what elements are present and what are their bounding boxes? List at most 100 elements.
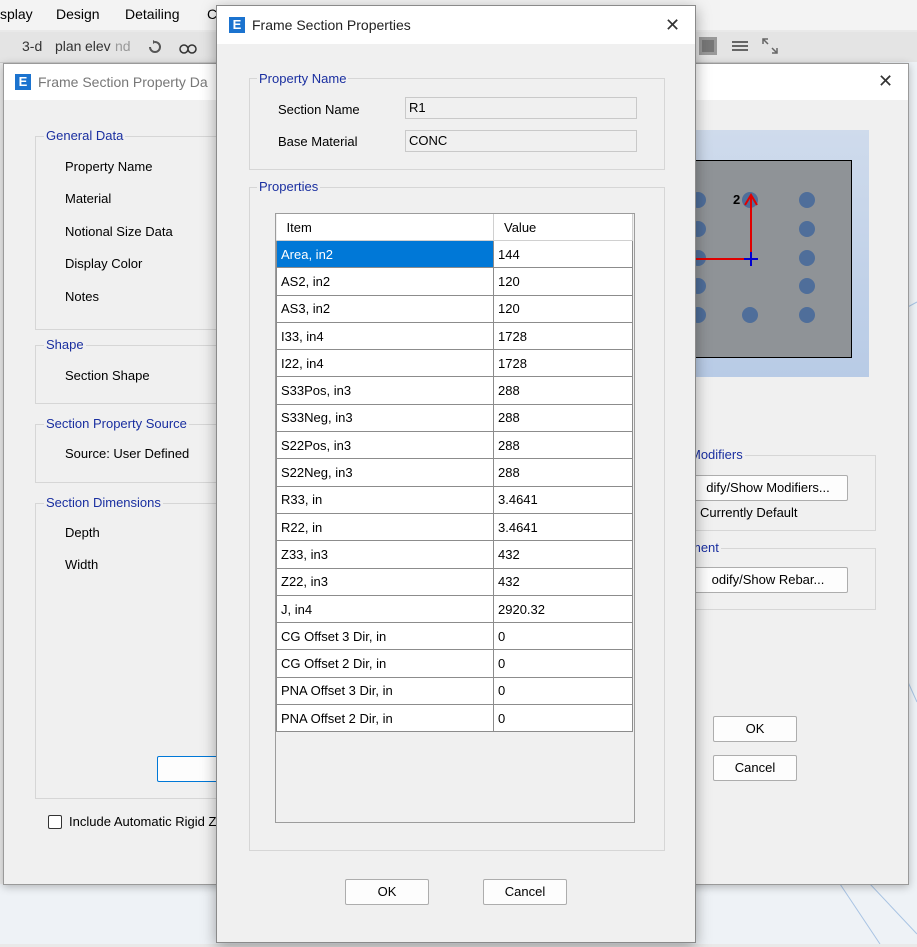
base-material-label: Base Material — [278, 134, 358, 149]
table-row[interactable]: R22, in 3.4641 — [276, 512, 633, 542]
depth-label: Depth — [65, 525, 100, 540]
table-row[interactable]: AS2, in2 120 — [276, 267, 633, 296]
row-item[interactable]: R22, in — [276, 512, 494, 542]
general-data-label: General Data — [44, 128, 126, 143]
notional-size-label: Notional Size Data — [65, 224, 173, 239]
row-item[interactable]: S22Neg, in3 — [276, 458, 494, 487]
row-item[interactable]: I33, in4 — [276, 321, 494, 351]
layers-icon[interactable] — [730, 36, 750, 56]
row-item[interactable]: AS2, in2 — [276, 267, 494, 296]
row-item[interactable]: CG Offset 2 Dir, in — [276, 649, 494, 678]
table-row[interactable]: S33Pos, in3 288 — [276, 376, 633, 405]
include-rigid-zone-checkbox[interactable] — [48, 815, 62, 829]
expand-arrows-icon[interactable] — [760, 36, 780, 56]
table-row[interactable]: I33, in4 1728 — [276, 321, 633, 351]
menu-design[interactable]: Design — [56, 6, 100, 22]
row-value[interactable]: 0 — [493, 622, 633, 651]
section-name-field[interactable]: R1 — [405, 97, 637, 119]
width-label: Width — [65, 557, 99, 572]
show-color-button[interactable] — [157, 756, 219, 782]
table-row[interactable]: Area, in2 144 — [276, 239, 633, 269]
table-row[interactable]: Z33, in3 432 — [276, 540, 633, 569]
section-name-label: Section Name — [278, 102, 360, 117]
table-row[interactable]: CG Offset 3 Dir, in 0 — [276, 622, 633, 651]
view-plan-button[interactable]: plan — [55, 38, 81, 54]
row-value[interactable]: 432 — [493, 540, 633, 569]
table-row[interactable]: Z22, in3 432 — [276, 567, 633, 596]
row-item[interactable]: Z33, in3 — [276, 540, 494, 569]
row-value[interactable]: 0 — [493, 704, 633, 733]
row-value[interactable]: 288 — [493, 403, 633, 433]
grid-pattern-icon[interactable] — [698, 36, 718, 56]
rotate-icon[interactable] — [145, 37, 165, 57]
table-row[interactable]: S22Neg, in3 288 — [276, 458, 633, 487]
table-row[interactable]: S33Neg, in3 288 — [276, 403, 633, 433]
table-row[interactable]: AS3, in2 120 — [276, 294, 633, 323]
dialog-title: Frame Section Property Da — [38, 74, 208, 90]
item-column-header[interactable]: Item — [276, 214, 494, 241]
row-value[interactable]: 432 — [493, 567, 633, 596]
table-row[interactable]: I22, in4 1728 — [276, 349, 633, 378]
cancel-button[interactable]: Cancel — [483, 879, 567, 905]
row-value[interactable]: 0 — [493, 649, 633, 678]
section-preview-canvas: 2 — [690, 160, 852, 358]
etabs-app-icon: E — [15, 74, 31, 90]
local-axes-icon — [691, 193, 758, 266]
table-row[interactable]: R33, in 3.4641 — [276, 485, 633, 514]
table-row[interactable]: S22Pos, in3 288 — [276, 431, 633, 460]
dialog-titlebar: E Frame Section Properties ✕ — [217, 6, 695, 44]
view-3d-button[interactable]: 3-d — [22, 38, 42, 54]
value-column-header[interactable]: Value — [493, 214, 633, 241]
shape-label: Shape — [44, 337, 86, 352]
row-value[interactable]: 288 — [493, 376, 633, 405]
row-value[interactable]: 120 — [493, 267, 633, 296]
back-ok-button[interactable]: OK — [713, 716, 797, 742]
row-value[interactable]: 120 — [493, 294, 633, 323]
row-value[interactable]: 0 — [493, 676, 633, 706]
view-nd-button[interactable]: nd — [115, 38, 131, 54]
row-item[interactable]: I22, in4 — [276, 349, 494, 378]
row-value[interactable]: 2920.32 — [493, 594, 633, 624]
row-value[interactable]: 3.4641 — [493, 512, 633, 542]
row-item[interactable]: Z22, in3 — [276, 567, 494, 596]
properties-grid[interactable]: Item Value Area, in2 144 AS2, in2 120 AS3,… — [275, 213, 635, 823]
frame-section-properties-dialog: E Frame Section Properties ✕ Property Na… — [216, 5, 696, 943]
row-value[interactable]: 288 — [493, 431, 633, 460]
row-item[interactable]: AS3, in2 — [276, 294, 494, 323]
modifiers-label: Modifiers — [688, 447, 745, 462]
table-row[interactable]: CG Offset 2 Dir, in 0 — [276, 649, 633, 678]
row-item[interactable]: S33Pos, in3 — [276, 376, 494, 405]
row-item[interactable]: J, in4 — [276, 594, 494, 624]
close-icon[interactable]: ✕ — [878, 71, 893, 92]
view-elev-button[interactable]: elev — [85, 38, 111, 54]
row-item[interactable]: PNA Offset 2 Dir, in — [276, 704, 494, 733]
ok-button[interactable]: OK — [345, 879, 429, 905]
table-row[interactable]: PNA Offset 3 Dir, in 0 — [276, 676, 633, 706]
modify-show-modifiers-button[interactable]: dify/Show Modifiers... — [688, 475, 848, 501]
axis-2-label: 2 — [733, 192, 741, 207]
notes-label: Notes — [65, 289, 99, 304]
table-row[interactable]: J, in4 2920.32 — [276, 594, 633, 624]
row-item[interactable]: Area, in2 — [276, 239, 494, 269]
row-item[interactable]: PNA Offset 3 Dir, in — [276, 676, 494, 706]
properties-table: Item Value Area, in2 144 AS2, in2 120 AS3,… — [276, 214, 633, 733]
include-rigid-zone-label: Include Automatic Rigid Z — [69, 814, 217, 829]
section-property-source-label: Section Property Source — [44, 416, 189, 431]
row-value[interactable]: 3.4641 — [493, 485, 633, 514]
table-row[interactable]: PNA Offset 2 Dir, in 0 — [276, 704, 633, 733]
close-icon[interactable]: ✕ — [665, 15, 680, 36]
row-value[interactable]: 144 — [493, 239, 633, 269]
row-item[interactable]: S22Pos, in3 — [276, 431, 494, 460]
row-item[interactable]: R33, in — [276, 485, 494, 514]
row-item[interactable]: CG Offset 3 Dir, in — [276, 622, 494, 651]
row-item[interactable]: S33Neg, in3 — [276, 403, 494, 433]
menu-detailing[interactable]: Detailing — [125, 6, 179, 22]
row-value[interactable]: 288 — [493, 458, 633, 487]
row-value[interactable]: 1728 — [493, 349, 633, 378]
back-cancel-button[interactable]: Cancel — [713, 755, 797, 781]
modify-show-rebar-button[interactable]: odify/Show Rebar... — [688, 567, 848, 593]
row-value[interactable]: 1728 — [493, 321, 633, 351]
base-material-field[interactable]: CONC — [405, 130, 637, 152]
menu-display[interactable]: splay — [0, 6, 33, 22]
glasses-icon[interactable] — [178, 37, 198, 57]
